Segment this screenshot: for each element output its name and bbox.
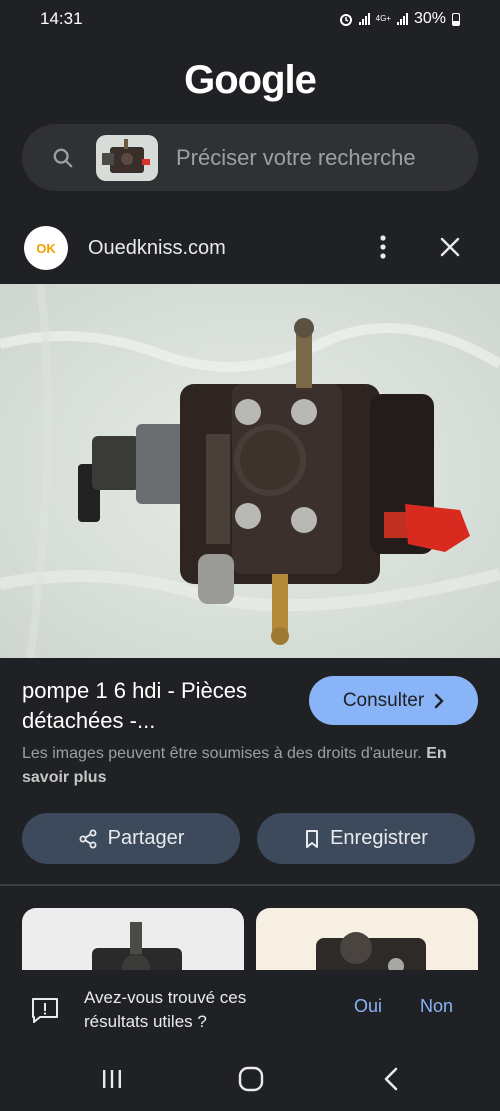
feedback-question: Avez-vous trouvé ces résultats utiles ? — [84, 986, 304, 1034]
feedback-bar: Avez-vous trouvé ces résultats utiles ? … — [0, 970, 500, 1050]
source-logo: OK — [24, 226, 68, 270]
feedback-icon — [32, 998, 58, 1023]
consult-button[interactable]: Consulter — [309, 676, 478, 725]
result-title-line2: détachées -... — [22, 708, 156, 733]
recents-icon[interactable] — [100, 1068, 124, 1090]
share-button-label: Partager — [107, 827, 185, 849]
feedback-line2: résultats utiles ? — [84, 1012, 207, 1031]
battery-percent: 30% — [413, 10, 446, 27]
result-source-row: OK Ouedkniss.com — [0, 222, 500, 274]
divider — [0, 884, 500, 886]
status-bar: 14:31 4G+ 30% — [0, 0, 500, 38]
feedback-yes-button[interactable]: Oui — [354, 996, 382, 1017]
result-title-line1: pompe 1 6 hdi - Pièces — [22, 678, 248, 703]
status-time: 14:31 — [40, 9, 83, 28]
chevron-right-icon — [434, 693, 444, 708]
battery-icon — [452, 12, 460, 26]
network-label: 4G+ — [375, 14, 391, 23]
bookmark-icon — [306, 829, 319, 848]
google-logo[interactable]: Google — [0, 58, 500, 103]
signal-icon-2 — [396, 13, 408, 25]
share-button[interactable]: Partager — [22, 813, 240, 864]
share-icon — [79, 829, 97, 848]
copyright-notice: Les images peuvent être soumises à des d… — [22, 742, 462, 790]
back-icon[interactable] — [380, 1066, 402, 1092]
more-vert-icon[interactable] — [372, 232, 394, 262]
source-logo-text: OK — [36, 240, 56, 256]
search-box[interactable]: Préciser votre recherche — [22, 124, 478, 191]
close-icon[interactable] — [438, 235, 462, 259]
feedback-line1: Avez-vous trouvé ces — [84, 988, 247, 1007]
status-icons: 4G+ 30% — [339, 10, 460, 28]
feedback-no-button[interactable]: Non — [420, 996, 453, 1017]
search-icon[interactable] — [52, 147, 74, 169]
save-button-label: Enregistrer — [330, 827, 428, 849]
search-input[interactable]: Préciser votre recherche — [176, 145, 416, 171]
alarm-icon — [339, 14, 352, 26]
save-button[interactable]: Enregistrer — [257, 813, 475, 864]
copyright-text: Les images peuvent être soumises à des d… — [22, 745, 422, 762]
signal-icon — [358, 13, 370, 25]
result-image[interactable] — [0, 284, 500, 658]
result-title[interactable]: pompe 1 6 hdi - Pièces détachées -... — [22, 676, 302, 736]
search-image-thumbnail[interactable] — [96, 134, 158, 181]
home-icon[interactable] — [238, 1066, 264, 1092]
consult-button-label: Consulter — [342, 689, 425, 711]
source-name[interactable]: Ouedkniss.com — [88, 237, 226, 260]
system-nav-bar — [0, 1050, 500, 1111]
